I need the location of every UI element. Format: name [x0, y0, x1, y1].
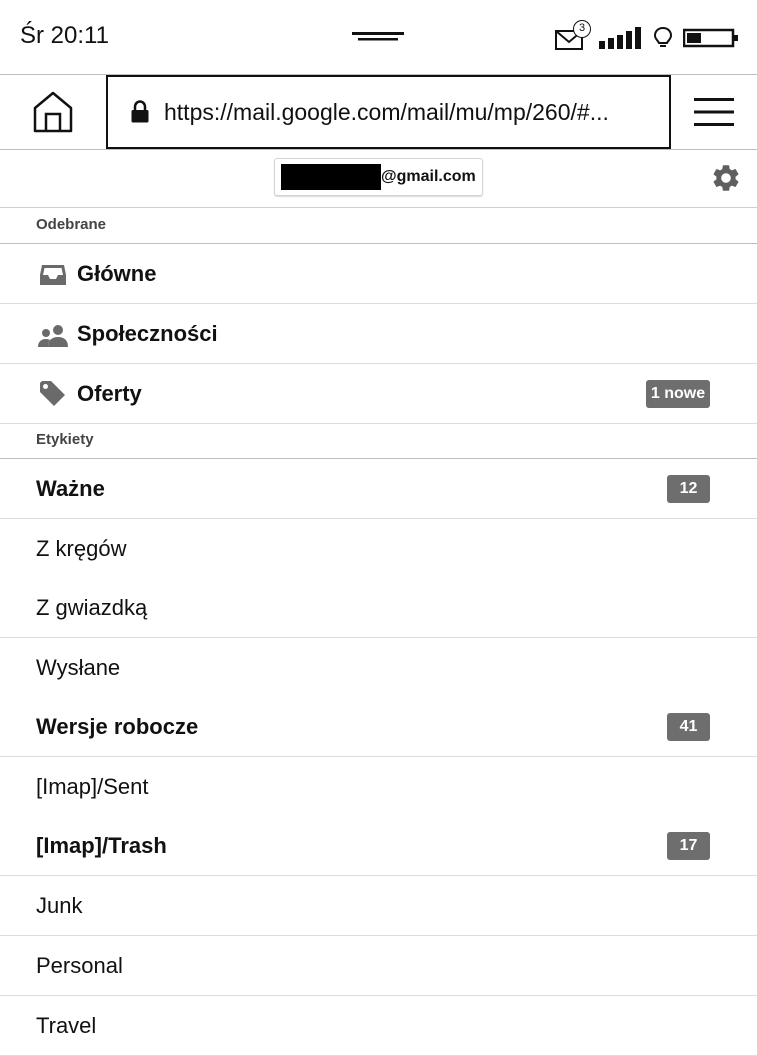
label-personal[interactable]: Personal — [0, 936, 757, 996]
category-social[interactable]: Społeczności — [0, 304, 757, 364]
settings-gear-icon[interactable] — [710, 162, 742, 194]
unread-badge: 1 nowe — [646, 380, 710, 408]
account-bar: @gmail.com — [0, 150, 757, 208]
label-name: Wersje robocze — [36, 714, 199, 739]
label-circles[interactable]: Z kręgów — [0, 519, 757, 579]
address-bar[interactable]: https://mail.google.com/mail/mu/mp/260/#… — [106, 75, 671, 149]
lock-icon — [131, 100, 149, 123]
label-name: Travel — [36, 1013, 97, 1038]
label-imap-trash[interactable]: [Imap]/Trash 17 — [0, 816, 757, 876]
category-label: Społeczności — [77, 321, 218, 346]
pulldown-handle-icon[interactable] — [352, 32, 404, 42]
mail-notification-icon[interactable]: 3 — [555, 20, 591, 52]
unread-badge: 17 — [667, 832, 710, 860]
label-imap-sent[interactable]: [Imap]/Sent — [0, 757, 757, 817]
home-button[interactable] — [0, 75, 106, 149]
browser-toolbar: https://mail.google.com/mail/mu/mp/260/#… — [0, 74, 757, 150]
account-email-domain: @gmail.com — [381, 168, 476, 185]
inbox-icon — [40, 265, 66, 285]
browser-menu-button[interactable] — [671, 75, 757, 149]
label-name: Ważne — [36, 476, 105, 501]
unread-badge: 41 — [667, 713, 710, 741]
tag-icon — [40, 381, 65, 406]
label-name: Z kręgów — [36, 536, 127, 561]
status-icons: 3 — [555, 20, 739, 52]
people-icon — [38, 325, 68, 347]
label-starred[interactable]: Z gwiazdką — [0, 578, 757, 638]
status-time: Śr 20:11 — [20, 22, 109, 49]
label-sent[interactable]: Wysłane — [0, 638, 757, 698]
account-switcher[interactable]: @gmail.com — [274, 158, 483, 196]
url-text: https://mail.google.com/mail/mu/mp/260/#… — [164, 98, 609, 125]
hamburger-menu-icon — [694, 98, 734, 126]
notification-count: 3 — [573, 20, 591, 38]
signal-icon — [599, 27, 641, 49]
label-name: Junk — [36, 893, 83, 918]
battery-icon — [683, 28, 738, 48]
category-label: Oferty — [77, 381, 142, 406]
label-junk[interactable]: Junk — [0, 876, 757, 936]
label-name: Z gwiazdką — [36, 595, 148, 620]
label-travel[interactable]: Travel — [0, 996, 757, 1056]
category-primary[interactable]: Główne — [0, 244, 757, 304]
label-name: Wysłane — [36, 655, 121, 680]
section-header-labels: Etykiety — [0, 423, 757, 459]
home-icon — [33, 91, 73, 133]
label-name: Personal — [36, 953, 123, 978]
label-name: [Imap]/Trash — [36, 833, 167, 858]
label-drafts[interactable]: Wersje robocze 41 — [0, 697, 757, 757]
label-important[interactable]: Ważne 12 — [0, 459, 757, 519]
frontlight-bulb-icon[interactable] — [653, 26, 673, 50]
category-label: Główne — [77, 261, 157, 286]
unread-badge: 12 — [667, 475, 710, 503]
category-promotions[interactable]: Oferty 1 nowe — [0, 364, 757, 424]
section-header-inbox: Odebrane — [0, 208, 757, 244]
redacted-username — [281, 164, 381, 190]
label-name: [Imap]/Sent — [36, 774, 149, 799]
status-bar: Śr 20:11 3 — [0, 0, 757, 74]
